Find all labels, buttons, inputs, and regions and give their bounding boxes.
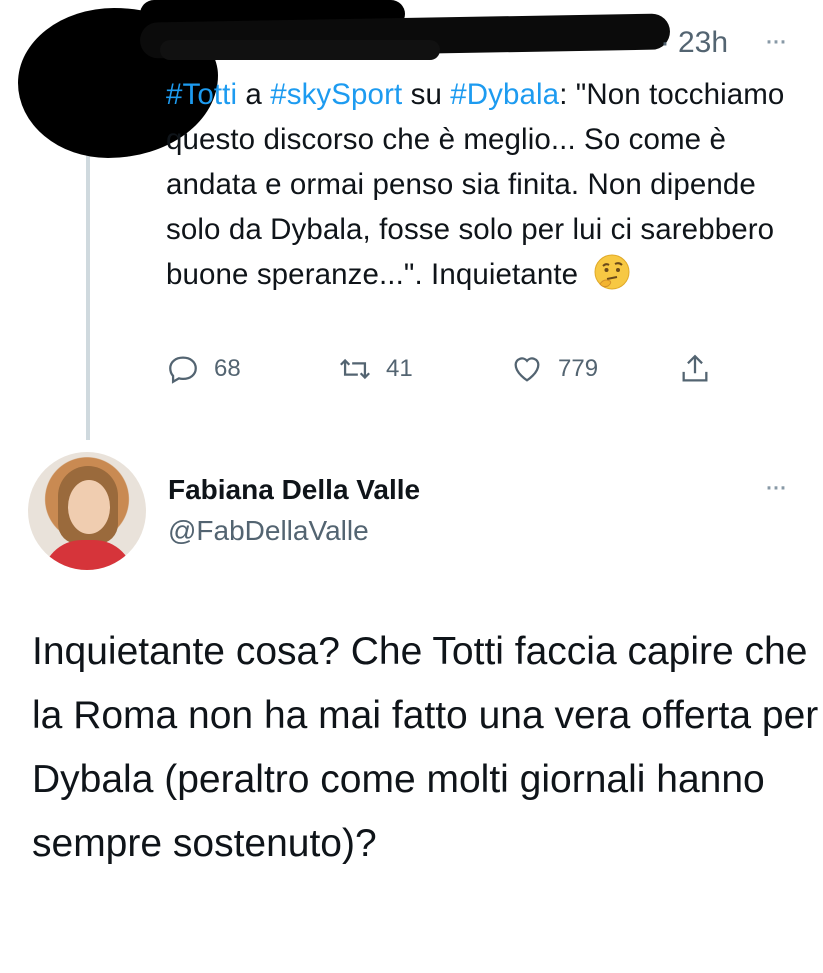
tweet1-action-bar: 68 41 779 — [166, 352, 766, 392]
hashtag-link[interactable]: #Totti — [166, 78, 237, 111]
reply-button[interactable]: 68 — [166, 352, 241, 386]
retweet-button[interactable]: 41 — [338, 352, 413, 386]
tweet2-text: Inquietante cosa? Che Totti faccia capir… — [32, 630, 819, 865]
tweet1-text: #Totti a #skySport su #Dybala: "Non tocc… — [166, 78, 785, 291]
tweet1-more-icon[interactable]: ··· — [764, 24, 788, 58]
like-button[interactable]: 779 — [510, 352, 598, 386]
share-icon — [682, 354, 708, 382]
tweet1-time[interactable]: 23h — [678, 26, 728, 60]
tweet1-meta: · 23h — [660, 26, 729, 60]
avatar[interactable] — [28, 452, 146, 570]
retweet-count: 41 — [386, 355, 413, 382]
heart-icon — [514, 357, 540, 382]
share-button[interactable] — [678, 352, 726, 386]
redaction-bar — [160, 40, 440, 60]
thinking-face-icon — [594, 254, 630, 290]
retweet-icon — [340, 358, 370, 380]
hashtag-link[interactable]: #skySport — [270, 78, 402, 111]
reply-icon — [169, 356, 197, 384]
like-count: 779 — [558, 355, 599, 382]
author-name[interactable]: Fabiana Della Valle — [168, 474, 420, 506]
reply-count: 68 — [214, 355, 241, 382]
author-handle[interactable]: @FabDellaValle — [168, 515, 369, 547]
tweet2-more-icon[interactable]: ··· — [764, 470, 788, 504]
thread-connector-line — [86, 150, 90, 440]
hashtag-link[interactable]: #Dybala — [450, 78, 559, 111]
